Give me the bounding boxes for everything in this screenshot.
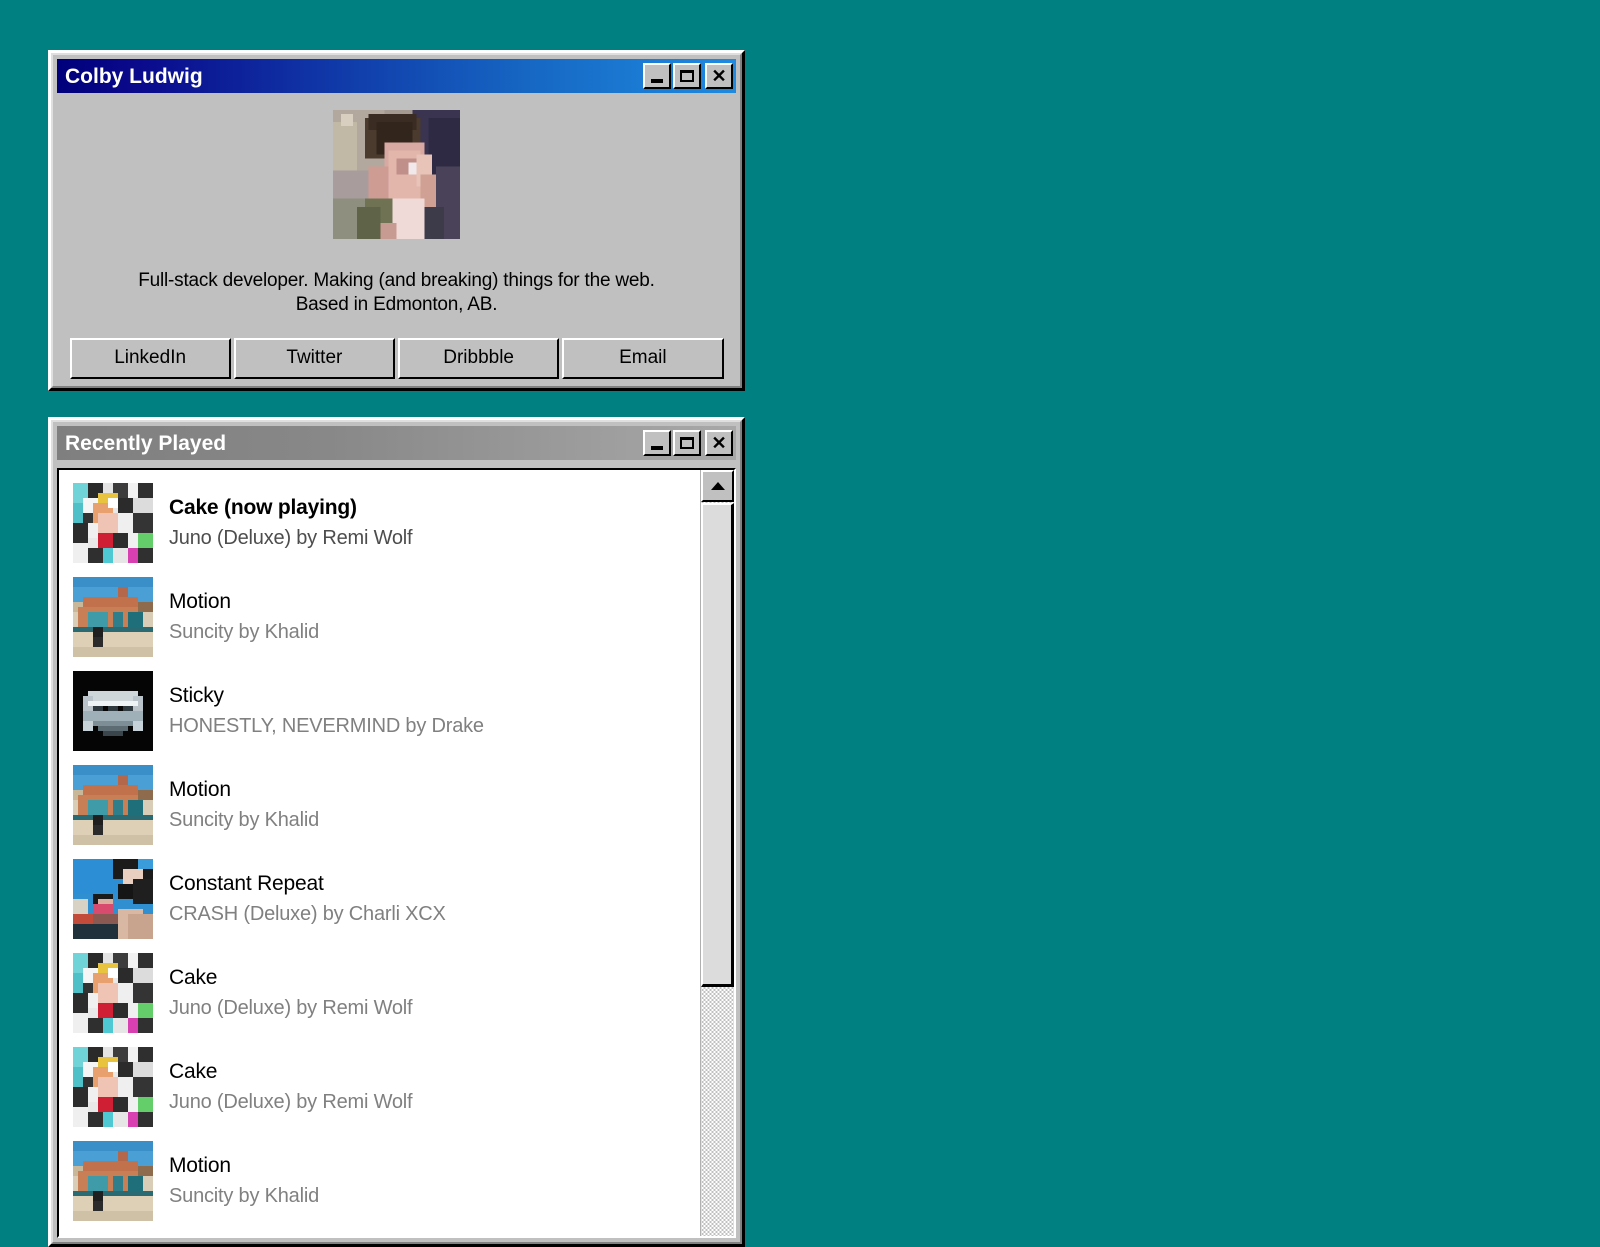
track-meta: Cake (now playing) Juno (Deluxe) by Remi … — [169, 495, 413, 551]
email-button[interactable]: Email — [562, 337, 724, 379]
close-icon: ✕ — [711, 66, 727, 86]
track-subtitle: Juno (Deluxe) by Remi Wolf — [169, 997, 413, 1020]
track-subtitle: Suncity by Khalid — [169, 1185, 320, 1208]
album-art-image — [73, 1047, 153, 1127]
track-subtitle: Suncity by Khalid — [169, 621, 320, 644]
minimize-icon — [651, 78, 663, 83]
scroll-up-arrow-icon — [710, 482, 725, 490]
dribbble-button[interactable]: Dribbble — [398, 337, 560, 379]
track-subtitle: CRASH (Deluxe) by Charli XCX — [169, 903, 446, 926]
track-meta: Sticky HONESTLY, NEVERMIND by Drake — [169, 683, 484, 739]
twitter-button[interactable]: Twitter — [233, 337, 395, 379]
recent-window-title: Recently Played — [65, 431, 227, 455]
track-meta: Motion Suncity by Khalid — [169, 1153, 319, 1209]
profile-bio: Full-stack developer. Making (and breaki… — [138, 270, 655, 316]
album-art-image — [73, 953, 153, 1033]
maximize-icon — [680, 437, 694, 449]
track-list-item[interactable]: Cake Juno (Deluxe) by Remi Wolf — [73, 946, 700, 1040]
minimize-icon — [651, 445, 663, 450]
track-list-item[interactable]: Motion Suncity by Khalid — [73, 1134, 700, 1228]
track-subtitle: Juno (Deluxe) by Remi Wolf — [169, 1091, 413, 1114]
close-button[interactable]: ✕ — [705, 63, 733, 89]
maximize-button[interactable] — [673, 430, 701, 456]
track-title: Cake — [169, 1059, 218, 1083]
social-button-row: LinkedIn Twitter Dribbble Email — [69, 337, 724, 379]
track-meta: Motion Suncity by Khalid — [169, 777, 319, 833]
track-meta: Cake Juno (Deluxe) by Remi Wolf — [169, 965, 413, 1021]
maximize-icon — [680, 70, 694, 82]
track-subtitle: Suncity by Khalid — [169, 809, 320, 832]
close-button[interactable]: ✕ — [705, 430, 733, 456]
track-list-panel: Cake (now playing) Juno (Deluxe) by Remi … — [57, 468, 736, 1238]
recently-played-window: Recently Played ✕ Cake (now playing) Jun… — [48, 417, 745, 1247]
track-subtitle: Juno (Deluxe) by Remi Wolf — [169, 527, 413, 550]
album-art-image — [73, 671, 153, 751]
track-title: Motion — [169, 1153, 231, 1177]
maximize-button[interactable] — [673, 63, 701, 89]
track-list-item[interactable]: Sticky HONESTLY, NEVERMIND by Drake — [73, 664, 700, 758]
profile-window-controls: ✕ — [643, 63, 733, 89]
track-subtitle: HONESTLY, NEVERMIND by Drake — [169, 715, 484, 738]
track-title: Cake (now playing) — [169, 495, 357, 519]
recent-title-bar[interactable]: Recently Played ✕ — [57, 426, 736, 460]
linkedin-button[interactable]: LinkedIn — [69, 337, 231, 379]
close-icon: ✕ — [711, 433, 727, 453]
track-list-item[interactable]: Motion Suncity by Khalid — [73, 758, 700, 852]
album-art-image — [73, 859, 153, 939]
album-art-image — [73, 577, 153, 657]
track-meta: Motion Suncity by Khalid — [169, 589, 319, 645]
track-title: Motion — [169, 777, 231, 801]
minimize-button[interactable] — [643, 63, 671, 89]
scroll-up-button[interactable] — [701, 470, 734, 502]
track-list-item[interactable]: Cake (now playing) Juno (Deluxe) by Remi … — [73, 476, 700, 570]
track-title: Sticky — [169, 683, 224, 707]
profile-window-title: Colby Ludwig — [65, 64, 203, 88]
vertical-scrollbar[interactable] — [700, 470, 734, 1236]
track-meta: Constant Repeat CRASH (Deluxe) by Charli … — [169, 871, 446, 927]
minimize-button[interactable] — [643, 430, 671, 456]
scrollbar-thumb[interactable] — [701, 503, 734, 987]
album-art-image — [73, 483, 153, 563]
profile-body: Full-stack developer. Making (and breaki… — [57, 93, 736, 382]
track-meta: Cake Juno (Deluxe) by Remi Wolf — [169, 1059, 413, 1115]
avatar — [333, 110, 460, 239]
track-title: Cake — [169, 965, 218, 989]
profile-title-bar[interactable]: Colby Ludwig ✕ — [57, 59, 736, 93]
track-list-item[interactable]: Motion Suncity by Khalid — [73, 570, 700, 664]
album-art-image — [73, 1141, 153, 1221]
track-title: Motion — [169, 589, 231, 613]
track-title: Constant Repeat — [169, 871, 324, 895]
recent-window-controls: ✕ — [643, 430, 733, 456]
track-list-item[interactable]: Constant Repeat CRASH (Deluxe) by Charli … — [73, 852, 700, 946]
track-list-item[interactable]: Cake Juno (Deluxe) by Remi Wolf — [73, 1040, 700, 1134]
profile-window: Colby Ludwig ✕ Full-stack developer. Mak… — [48, 50, 745, 391]
album-art-image — [73, 765, 153, 845]
track-list[interactable]: Cake (now playing) Juno (Deluxe) by Remi … — [59, 470, 700, 1236]
